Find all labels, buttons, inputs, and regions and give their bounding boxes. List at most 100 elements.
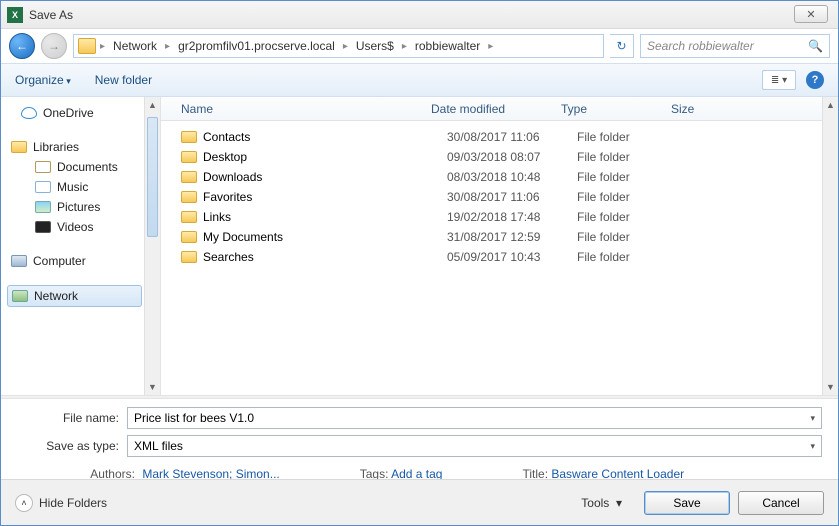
file-type: File folder xyxy=(577,210,687,224)
folder-icon xyxy=(181,151,197,163)
file-row[interactable]: Contacts30/08/2017 11:06File folder xyxy=(181,127,838,147)
folder-icon xyxy=(181,171,197,183)
nav-label: Libraries xyxy=(33,140,79,154)
breadcrumb-item[interactable]: gr2promfilv01.procserve.local xyxy=(174,37,339,55)
file-name: My Documents xyxy=(203,230,447,244)
file-row[interactable]: Desktop09/03/2018 08:07File folder xyxy=(181,147,838,167)
file-row[interactable]: Links19/02/2018 17:48File folder xyxy=(181,207,838,227)
chevron-right-icon: ▸ xyxy=(100,41,105,52)
nav-label: Documents xyxy=(57,160,118,174)
view-options-button[interactable]: ≣ ▾ xyxy=(762,70,796,90)
forward-button[interactable]: → xyxy=(41,33,67,59)
breadcrumb-item[interactable]: Network xyxy=(109,37,161,55)
back-button[interactable]: ← xyxy=(9,33,35,59)
file-type: File folder xyxy=(577,250,687,264)
nav-libraries[interactable]: Libraries xyxy=(7,137,160,157)
breadcrumb-item[interactable]: robbiewalter xyxy=(411,37,484,55)
tools-dropdown[interactable]: Tools ▾ xyxy=(581,496,622,510)
folder-icon xyxy=(181,131,197,143)
address-bar[interactable]: ▸ Network ▸ gr2promfilv01.procserve.loca… xyxy=(73,34,604,58)
chevron-right-icon: ▸ xyxy=(343,41,348,52)
col-date[interactable]: Date modified xyxy=(431,102,561,116)
folder-icon xyxy=(181,191,197,203)
file-type: File folder xyxy=(577,170,687,184)
save-label: Save xyxy=(673,496,700,510)
file-type: File folder xyxy=(577,130,687,144)
window-title: Save As xyxy=(29,8,73,22)
help-button[interactable]: ? xyxy=(806,71,824,89)
file-row[interactable]: Downloads08/03/2018 10:48File folder xyxy=(181,167,838,187)
folder-icon xyxy=(78,38,96,54)
save-as-dialog: X Save As ✕ ← → ▸ Network ▸ gr2promfilv0… xyxy=(0,0,839,526)
file-type: File folder xyxy=(577,190,687,204)
new-folder-button[interactable]: New folder xyxy=(95,73,152,87)
dropdown-icon[interactable]: ▾ xyxy=(810,413,815,424)
nav-network[interactable]: Network xyxy=(7,285,142,307)
filename-label: File name: xyxy=(17,411,127,425)
col-size[interactable]: Size xyxy=(671,102,731,116)
chevron-right-icon: ▸ xyxy=(488,41,493,52)
nav-label: Network xyxy=(34,289,78,303)
file-name: Searches xyxy=(203,250,447,264)
search-placeholder: Search robbiewalter xyxy=(647,39,754,53)
cancel-label: Cancel xyxy=(762,496,799,510)
scroll-down-icon[interactable]: ▼ xyxy=(145,379,160,395)
file-type: File folder xyxy=(577,150,687,164)
filename-input[interactable]: Price list for bees V1.0 ▾ xyxy=(127,407,822,429)
file-date: 31/08/2017 12:59 xyxy=(447,230,577,244)
navigation-pane: OneDrive Libraries Documents Music Pictu… xyxy=(1,97,161,395)
saveastype-label: Save as type: xyxy=(17,439,127,453)
scroll-up-icon[interactable]: ▲ xyxy=(145,97,160,113)
chevron-up-icon: ˄ xyxy=(15,494,33,512)
nav-music[interactable]: Music xyxy=(7,177,160,197)
cancel-button[interactable]: Cancel xyxy=(738,491,824,515)
computer-icon xyxy=(11,255,27,267)
search-icon: 🔍 xyxy=(808,39,823,53)
music-icon xyxy=(35,181,51,193)
nav-computer[interactable]: Computer xyxy=(7,251,160,271)
file-rows: Contacts30/08/2017 11:06File folderDeskt… xyxy=(161,121,838,267)
organize-button[interactable]: Organize xyxy=(15,73,71,87)
nav-label: Pictures xyxy=(57,200,100,214)
scroll-thumb[interactable] xyxy=(147,117,158,237)
file-name: Desktop xyxy=(203,150,447,164)
close-button[interactable]: ✕ xyxy=(794,5,828,23)
excel-icon: X xyxy=(7,7,23,23)
scroll-down-icon[interactable]: ▼ xyxy=(823,379,838,395)
titlebar: X Save As ✕ xyxy=(1,1,838,29)
nav-scrollbar[interactable]: ▲ ▼ xyxy=(144,97,160,395)
file-row[interactable]: Searches05/09/2017 10:43File folder xyxy=(181,247,838,267)
nav-pictures[interactable]: Pictures xyxy=(7,197,160,217)
file-row[interactable]: My Documents31/08/2017 12:59File folder xyxy=(181,227,838,247)
address-bar-row: ← → ▸ Network ▸ gr2promfilv01.procserve.… xyxy=(1,29,838,63)
list-scrollbar[interactable]: ▲ ▼ xyxy=(822,97,838,395)
nav-documents[interactable]: Documents xyxy=(7,157,160,177)
saveastype-input[interactable]: XML files ▾ xyxy=(127,435,822,457)
folder-icon xyxy=(181,231,197,243)
documents-icon xyxy=(35,161,51,173)
file-date: 30/08/2017 11:06 xyxy=(447,190,577,204)
hide-folders-label: Hide Folders xyxy=(39,496,107,510)
folder-icon xyxy=(181,211,197,223)
network-icon xyxy=(12,290,28,302)
save-button[interactable]: Save xyxy=(644,491,730,515)
dropdown-icon[interactable]: ▾ xyxy=(810,441,815,452)
file-date: 08/03/2018 10:48 xyxy=(447,170,577,184)
tools-label: Tools xyxy=(581,496,609,510)
nav-label: Computer xyxy=(33,254,86,268)
file-row[interactable]: Favorites30/08/2017 11:06File folder xyxy=(181,187,838,207)
breadcrumb-item[interactable]: Users$ xyxy=(352,37,398,55)
nav-onedrive[interactable]: OneDrive xyxy=(7,103,160,123)
col-type[interactable]: Type xyxy=(561,102,671,116)
saveastype-value: XML files xyxy=(134,439,183,453)
file-name: Favorites xyxy=(203,190,447,204)
search-input[interactable]: Search robbiewalter 🔍 xyxy=(640,34,830,58)
nav-videos[interactable]: Videos xyxy=(7,217,160,237)
file-name: Downloads xyxy=(203,170,447,184)
file-type: File folder xyxy=(577,230,687,244)
scroll-up-icon[interactable]: ▲ xyxy=(823,97,838,113)
refresh-button[interactable]: ↻ xyxy=(610,34,634,58)
pictures-icon xyxy=(35,201,51,213)
hide-folders-button[interactable]: ˄ Hide Folders xyxy=(15,494,107,512)
col-name[interactable]: Name xyxy=(181,102,431,116)
